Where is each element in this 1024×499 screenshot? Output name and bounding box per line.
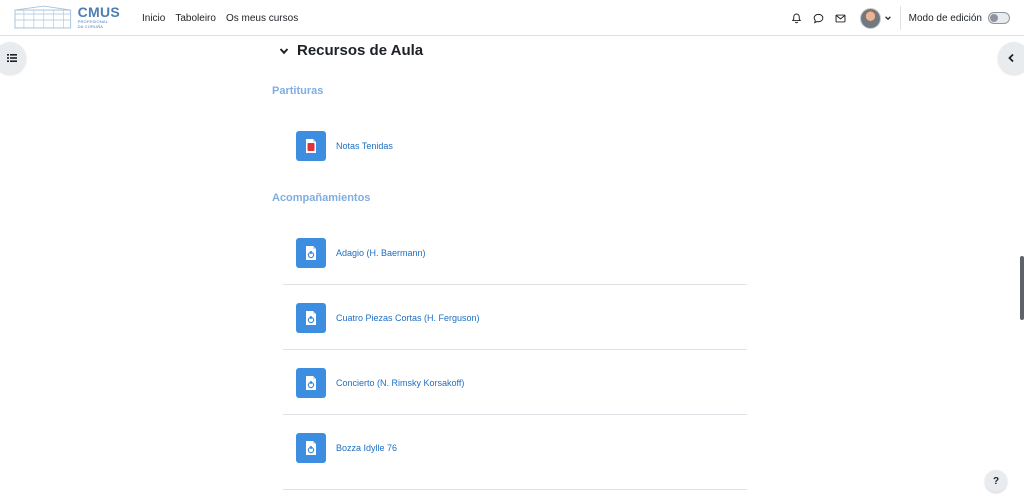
- nav-link-inicio[interactable]: Inicio: [142, 13, 165, 24]
- messages-chat-icon[interactable]: [812, 11, 826, 25]
- activity-link[interactable]: Cuatro Piezas Cortas (H. Ferguson): [336, 313, 480, 323]
- notifications-bell-icon[interactable]: [790, 11, 804, 25]
- audio-file-icon: [296, 367, 326, 398]
- top-navbar: CMUS PROFESIONAL DA CORUÑA Inicio Tabole…: [0, 0, 1024, 36]
- page-scrollbar[interactable]: [1020, 256, 1024, 320]
- chevron-down-icon: [279, 47, 289, 54]
- logo-text: CMUS PROFESIONAL DA CORUÑA: [78, 5, 120, 29]
- edit-mode-label: Modo de edición: [908, 12, 982, 24]
- help-button[interactable]: ?: [985, 470, 1007, 492]
- activity-item[interactable]: Bozza Idylle 76: [283, 416, 747, 490]
- building-logo-icon: [14, 5, 72, 29]
- user-navigation: Modo de edición: [790, 0, 1024, 36]
- activity-link[interactable]: Notas Tenidas: [336, 141, 393, 151]
- activity-item[interactable]: Cuatro Piezas Cortas (H. Ferguson): [283, 286, 747, 350]
- nav-divider: [899, 6, 901, 30]
- subheading-partituras: Partituras: [272, 85, 324, 97]
- block-drawer-button[interactable]: [998, 42, 1024, 74]
- audio-file-icon: [296, 432, 326, 463]
- audio-file-icon: [296, 302, 326, 333]
- toggle-knob: [990, 14, 998, 22]
- pdf-file-icon: [296, 131, 326, 161]
- nav-link-taboleiro[interactable]: Taboleiro: [175, 13, 216, 24]
- nav-link-os-meus-cursos[interactable]: Os meus cursos: [226, 13, 298, 24]
- chevron-left-icon: [1008, 53, 1014, 63]
- user-menu-toggle[interactable]: [859, 7, 892, 29]
- user-avatar: [859, 7, 881, 29]
- logo-sub-text-2: DA CORUÑA: [77, 24, 104, 29]
- logo-main-text: CMUS: [77, 4, 120, 20]
- section-header[interactable]: Recursos de Aula: [279, 42, 423, 59]
- activity-item[interactable]: Adagio (H. Baermann): [283, 221, 747, 285]
- subheading-acompanamientos: Acompañamientos: [272, 192, 371, 204]
- course-index-drawer-button[interactable]: [0, 42, 26, 74]
- list-index-icon: [7, 54, 17, 62]
- chevron-down-icon: [884, 16, 891, 21]
- activity-item[interactable]: Concierto (N. Rimsky Korsakoff): [283, 351, 747, 415]
- activity-link[interactable]: Concierto (N. Rimsky Korsakoff): [336, 378, 464, 388]
- mail-envelope-icon[interactable]: [834, 11, 848, 25]
- audio-file-icon: [296, 237, 326, 268]
- activity-link[interactable]: Bozza Idylle 76: [336, 443, 397, 453]
- site-logo[interactable]: CMUS PROFESIONAL DA CORUÑA: [14, 3, 120, 31]
- section-title: Recursos de Aula: [297, 42, 424, 59]
- activity-item[interactable]: Notas Tenidas: [283, 114, 747, 178]
- edit-mode-toggle[interactable]: [988, 12, 1010, 24]
- primary-navigation: Inicio Taboleiro Os meus cursos: [142, 0, 308, 36]
- activity-link[interactable]: Adagio (H. Baermann): [336, 248, 426, 258]
